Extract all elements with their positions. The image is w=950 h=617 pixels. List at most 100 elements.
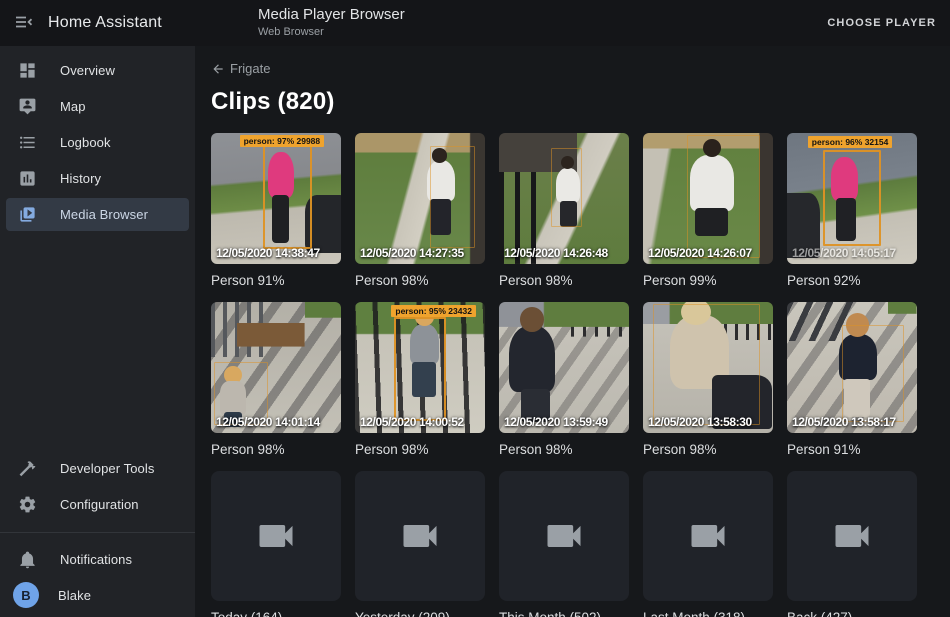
clip-label: Person 98% (643, 442, 773, 459)
clip-thumbnail: person: 96% 32154 12/05/2020 14:05:17 (787, 133, 917, 264)
clip-thumbnail: 12/05/2020 14:27:35 (355, 133, 485, 264)
clip-thumbnail: person: 97% 29988 12/05/2020 14:38:47 (211, 133, 341, 264)
detection-bounding-box (551, 148, 582, 227)
folder-item-today[interactable]: Today (164) (211, 471, 341, 617)
clip-label: Person 98% (499, 273, 629, 290)
folder-label: This Month (502) (499, 610, 629, 617)
sidebar-item-developer-tools[interactable]: Developer Tools (6, 452, 189, 485)
scene-decoration (509, 326, 555, 392)
clip-item-4[interactable]: 12/05/2020 14:26:07 Person 99% (643, 133, 773, 290)
clip-timestamp: 12/05/2020 13:58:17 (792, 415, 896, 429)
clip-item-6[interactable]: 12/05/2020 14:01:14 Person 98% (211, 302, 341, 459)
cog-icon (15, 492, 39, 516)
sidebar-divider (0, 532, 195, 533)
clip-thumbnail: 12/05/2020 13:59:49 (499, 302, 629, 433)
sidebar-collapse-icon (13, 12, 35, 35)
top-app-bar: Home Assistant Media Player Browser Web … (0, 0, 950, 46)
folder-label: Today (164) (211, 610, 341, 617)
bell-icon (15, 547, 39, 571)
clip-item-8[interactable]: 12/05/2020 13:59:49 Person 98% (499, 302, 629, 459)
detection-bounding-box (263, 139, 312, 249)
hammer-icon (15, 456, 39, 480)
clip-item-2[interactable]: 12/05/2020 14:27:35 Person 98% (355, 133, 485, 290)
video-camera-icon (254, 514, 298, 558)
clip-label: Person 91% (787, 442, 917, 459)
sidebar-item-label: History (60, 171, 101, 186)
user-avatar: B (13, 582, 39, 608)
clip-thumbnail: 12/05/2020 14:01:14 (211, 302, 341, 433)
sidebar-toggle-button[interactable] (0, 0, 48, 46)
sidebar-item-label: Overview (60, 63, 115, 78)
detection-score-chip: person: 96% 32154 (808, 136, 893, 148)
folder-tile (787, 471, 917, 601)
layout: Overview Map Logbook History Media Brows… (0, 46, 950, 617)
sidebar-item-media-browser[interactable]: Media Browser (6, 198, 189, 231)
sidebar: Overview Map Logbook History Media Brows… (0, 46, 195, 617)
media-player-title: Media Player Browser (258, 6, 405, 25)
chart-box-icon (15, 166, 39, 190)
format-list-bulleted-icon (15, 130, 39, 154)
folder-tile (643, 471, 773, 601)
clip-label: Person 98% (211, 442, 341, 459)
detection-score-chip: person: 95% 23432 (391, 305, 476, 317)
clip-item-7[interactable]: person: 95% 23432 12/05/2020 14:00:52 Pe… (355, 302, 485, 459)
clip-thumbnail: 12/05/2020 13:58:17 (787, 302, 917, 433)
choose-player-button[interactable]: CHOOSE PLAYER (827, 0, 936, 46)
page-title: Clips (820) (211, 88, 934, 116)
detection-bounding-box (430, 146, 474, 248)
folder-tile (211, 471, 341, 601)
folder-item-this-month[interactable]: This Month (502) (499, 471, 629, 617)
sidebar-item-notifications[interactable]: Notifications (6, 543, 189, 576)
sidebar-item-profile[interactable]: B Blake (6, 579, 189, 612)
sidebar-item-label: Logbook (60, 135, 111, 150)
clip-timestamp: 12/05/2020 14:38:47 (216, 246, 320, 260)
clip-label: Person 99% (643, 273, 773, 290)
arrow-left-icon (211, 62, 225, 76)
sidebar-item-overview[interactable]: Overview (6, 54, 189, 87)
detection-bounding-box (842, 325, 904, 422)
clip-timestamp: 12/05/2020 14:26:07 (648, 246, 752, 260)
clip-item-9[interactable]: 12/05/2020 13:58:30 Person 98% (643, 302, 773, 459)
folder-item-yesterday[interactable]: Yesterday (209) (355, 471, 485, 617)
clips-grid: person: 97% 29988 12/05/2020 14:38:47 Pe… (211, 133, 934, 617)
clip-timestamp: 12/05/2020 14:05:17 (792, 246, 896, 260)
clip-label: Person 98% (355, 273, 485, 290)
sidebar-spacer (0, 232, 195, 450)
breadcrumb-label: Frigate (230, 61, 270, 76)
sidebar-item-label: Media Browser (60, 207, 148, 222)
scene-decoration (520, 307, 545, 332)
clip-label: Person 91% (211, 273, 341, 290)
tooltip-account-icon (15, 94, 39, 118)
clip-item-10[interactable]: 12/05/2020 13:58:17 Person 91% (787, 302, 917, 459)
clip-label: Person 98% (499, 442, 629, 459)
clip-item-1[interactable]: person: 97% 29988 12/05/2020 14:38:47 Pe… (211, 133, 341, 290)
detection-score-chip: person: 97% 29988 (240, 135, 325, 147)
sidebar-item-configuration[interactable]: Configuration (6, 488, 189, 521)
play-box-multiple-icon (15, 202, 39, 226)
folder-tile (355, 471, 485, 601)
folder-tile (499, 471, 629, 601)
clip-label: Person 92% (787, 273, 917, 290)
sidebar-item-history[interactable]: History (6, 162, 189, 195)
clip-timestamp: 12/05/2020 14:26:48 (504, 246, 608, 260)
sidebar-item-label: Developer Tools (60, 461, 154, 476)
clip-item-5[interactable]: person: 96% 32154 12/05/2020 14:05:17 Pe… (787, 133, 917, 290)
clip-timestamp: 12/05/2020 14:00:52 (360, 415, 464, 429)
sidebar-item-logbook[interactable]: Logbook (6, 126, 189, 159)
clip-thumbnail: 12/05/2020 13:58:30 (643, 302, 773, 433)
video-camera-icon (398, 514, 442, 558)
clip-timestamp: 12/05/2020 14:27:35 (360, 246, 464, 260)
clip-item-3[interactable]: 12/05/2020 14:26:48 Person 98% (499, 133, 629, 290)
media-player-header: Media Player Browser Web Browser (258, 6, 405, 40)
user-name: Blake (58, 588, 91, 603)
detection-bounding-box (823, 150, 880, 247)
sidebar-item-label: Configuration (60, 497, 139, 512)
folder-item-last-month[interactable]: Last Month (318) (643, 471, 773, 617)
video-camera-icon (686, 514, 730, 558)
sidebar-item-map[interactable]: Map (6, 90, 189, 123)
breadcrumb-back-frigate[interactable]: Frigate (211, 61, 270, 76)
media-player-subtitle: Web Browser (258, 26, 405, 40)
folder-item-back[interactable]: Back (427) (787, 471, 917, 617)
home-assistant-app: Home Assistant Media Player Browser Web … (0, 0, 950, 617)
detection-bounding-box (394, 317, 446, 420)
